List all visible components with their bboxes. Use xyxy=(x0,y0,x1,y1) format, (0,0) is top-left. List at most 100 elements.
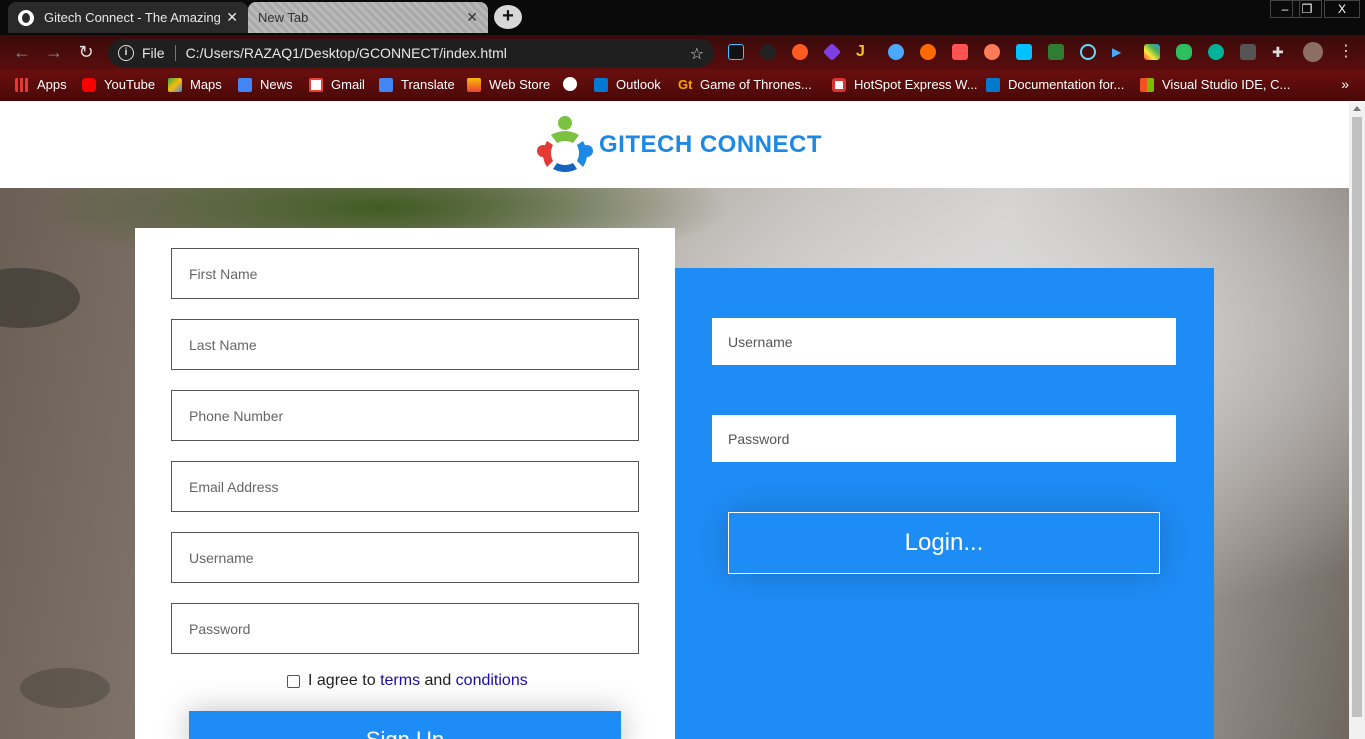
close-icon[interactable]: ✕ xyxy=(226,9,238,26)
evernote-icon[interactable] xyxy=(1176,44,1192,60)
extension-blue-icon[interactable] xyxy=(888,44,904,60)
scroll-up-arrow-icon[interactable] xyxy=(1353,106,1361,111)
reload-icon[interactable]: ↻ xyxy=(74,41,98,65)
extension-excel-icon[interactable] xyxy=(1048,44,1064,60)
bookmark-gmail[interactable]: Gmail xyxy=(309,77,365,92)
close-icon[interactable]: ✕ xyxy=(466,9,478,26)
bookmark-apps[interactable]: Apps xyxy=(15,77,67,92)
extension-color-icon[interactable] xyxy=(1144,44,1160,60)
hotspot-icon xyxy=(832,77,846,92)
back-arrow-icon[interactable]: ← xyxy=(10,41,34,65)
bookmark-label: Documentation for... xyxy=(1008,77,1125,92)
rock-shape xyxy=(20,668,110,708)
brand-name: GITECH CONNECT xyxy=(599,131,822,158)
extension-square-icon[interactable] xyxy=(1016,44,1032,60)
agree-and-text: and xyxy=(424,672,452,689)
bookmark-visual-studio[interactable]: Visual Studio IDE, C... xyxy=(1140,77,1290,92)
last-name-field[interactable]: Last Name xyxy=(171,319,639,370)
bookmark-label: Translate xyxy=(401,77,455,92)
apps-grid-icon xyxy=(15,77,29,92)
windows-icon xyxy=(1140,77,1154,92)
signup-username-field[interactable]: Username xyxy=(171,532,639,583)
terms-agreement: I agree to terms and conditions xyxy=(287,672,528,690)
web-store-icon xyxy=(467,77,481,92)
bookmarks-bar: Apps YouTube Maps News Gmail Translate W… xyxy=(0,70,1365,101)
bookmark-label: Visual Studio IDE, C... xyxy=(1162,77,1291,92)
tab-new-tab[interactable]: New Tab ✕ xyxy=(248,2,488,33)
email-field[interactable]: Email Address xyxy=(171,461,639,512)
extension-arrow-icon[interactable] xyxy=(952,44,968,60)
news-icon xyxy=(238,77,252,92)
signup-password-field[interactable]: Password xyxy=(171,603,639,654)
bookmark-label: Gmail xyxy=(331,77,365,92)
terms-link[interactable]: terms xyxy=(380,672,420,690)
people-circle-logo-icon xyxy=(533,113,597,177)
bookmark-hotspot[interactable]: HotSpot Express W... xyxy=(832,77,978,92)
bookmarks-overflow-icon[interactable]: » xyxy=(1341,76,1349,92)
extension-fire-icon[interactable] xyxy=(920,44,936,60)
bookmark-web-store[interactable]: Web Store xyxy=(467,77,550,92)
bookmark-maps[interactable]: Maps xyxy=(168,77,222,92)
close-window-button[interactable]: X xyxy=(1324,0,1360,18)
bookmark-label: Game of Thrones... xyxy=(700,77,812,92)
brand-logo[interactable]: GITECH CONNECT xyxy=(533,113,822,177)
phone-number-field[interactable]: Phone Number xyxy=(171,390,639,441)
extension-n-icon[interactable] xyxy=(728,44,744,60)
bookmark-label: Apps xyxy=(37,77,67,92)
maps-icon xyxy=(168,77,182,92)
scheme-label: File xyxy=(142,45,165,61)
login-button[interactable]: Login... xyxy=(728,512,1160,574)
youtube-icon xyxy=(82,77,96,92)
extension-bulb-icon[interactable] xyxy=(1240,44,1256,60)
address-bar[interactable]: i File C:/Users/RAZAQ1/Desktop/GCONNECT/… xyxy=(108,39,714,67)
agree-prefix-text: I agree to xyxy=(308,672,376,689)
forward-arrow-icon[interactable]: → xyxy=(42,41,66,65)
new-tab-button[interactable]: + xyxy=(494,5,522,29)
tab-gitech-connect[interactable]: Gitech Connect - The Amazing S ✕ xyxy=(8,2,248,33)
outlook-icon xyxy=(594,77,608,92)
tab-title: Gitech Connect - The Amazing S xyxy=(44,10,221,25)
info-icon[interactable]: i xyxy=(118,45,134,61)
extension-m-icon[interactable] xyxy=(1208,44,1224,60)
url-text: C:/Users/RAZAQ1/Desktop/GCONNECT/index.h… xyxy=(185,45,507,61)
bookmark-label: News xyxy=(260,77,293,92)
bookmark-label: Outlook xyxy=(616,77,661,92)
translate-icon xyxy=(379,77,393,92)
bookmark-translate[interactable]: Translate xyxy=(379,77,455,92)
bookmark-game-of-thrones[interactable]: Gt Game of Thrones... xyxy=(678,77,812,92)
bookmark-youtube[interactable]: YouTube xyxy=(82,77,155,92)
menu-kebab-icon[interactable]: ⋮ xyxy=(1338,44,1354,60)
extension-j-icon[interactable]: J xyxy=(856,44,872,60)
login-password-field[interactable]: Password xyxy=(712,415,1176,462)
tab-title: New Tab xyxy=(258,10,309,25)
browser-toolbar: ← → ↻ i File C:/Users/RAZAQ1/Desktop/GCO… xyxy=(0,35,1365,70)
bookmark-label: Web Store xyxy=(489,77,551,92)
bookmark-documentation[interactable]: Documentation for... xyxy=(986,77,1124,92)
bookmark-news[interactable]: News xyxy=(238,77,293,92)
browser-tabstrip: Gitech Connect - The Amazing S ✕ New Tab… xyxy=(0,0,1365,35)
profile-avatar[interactable] xyxy=(1303,42,1323,62)
extension-b-icon[interactable] xyxy=(792,44,808,60)
extension-play-icon[interactable]: ▶ xyxy=(1112,44,1128,60)
globe-icon xyxy=(563,77,577,91)
conditions-link[interactable]: conditions xyxy=(456,672,528,690)
login-username-field[interactable]: Username xyxy=(712,318,1176,365)
page-scrollbar[interactable] xyxy=(1349,103,1365,739)
react-icon[interactable] xyxy=(1080,44,1096,60)
extension-rss-icon[interactable] xyxy=(984,44,1000,60)
vscode-icon xyxy=(986,77,1000,92)
bookmark-label: HotSpot Express W... xyxy=(854,77,978,92)
page-header: GITECH CONNECT xyxy=(0,103,1349,188)
bookmark-outlook[interactable]: Outlook xyxy=(594,77,661,92)
first-name-field[interactable]: First Name xyxy=(171,248,639,299)
address-separator xyxy=(174,45,176,61)
bookmark-label: Maps xyxy=(190,77,222,92)
extension-dark-icon[interactable] xyxy=(760,44,776,60)
agree-checkbox[interactable] xyxy=(287,674,300,688)
scrollbar-thumb[interactable] xyxy=(1352,117,1362,717)
restore-button[interactable]: ❐ xyxy=(1292,0,1322,18)
sign-up-button[interactable]: Sign Up xyxy=(189,711,621,739)
extensions-puzzle-icon[interactable]: ✚ xyxy=(1272,44,1288,60)
bookmark-globe[interactable] xyxy=(563,77,585,91)
bookmark-star-icon[interactable]: ☆ xyxy=(690,44,704,64)
